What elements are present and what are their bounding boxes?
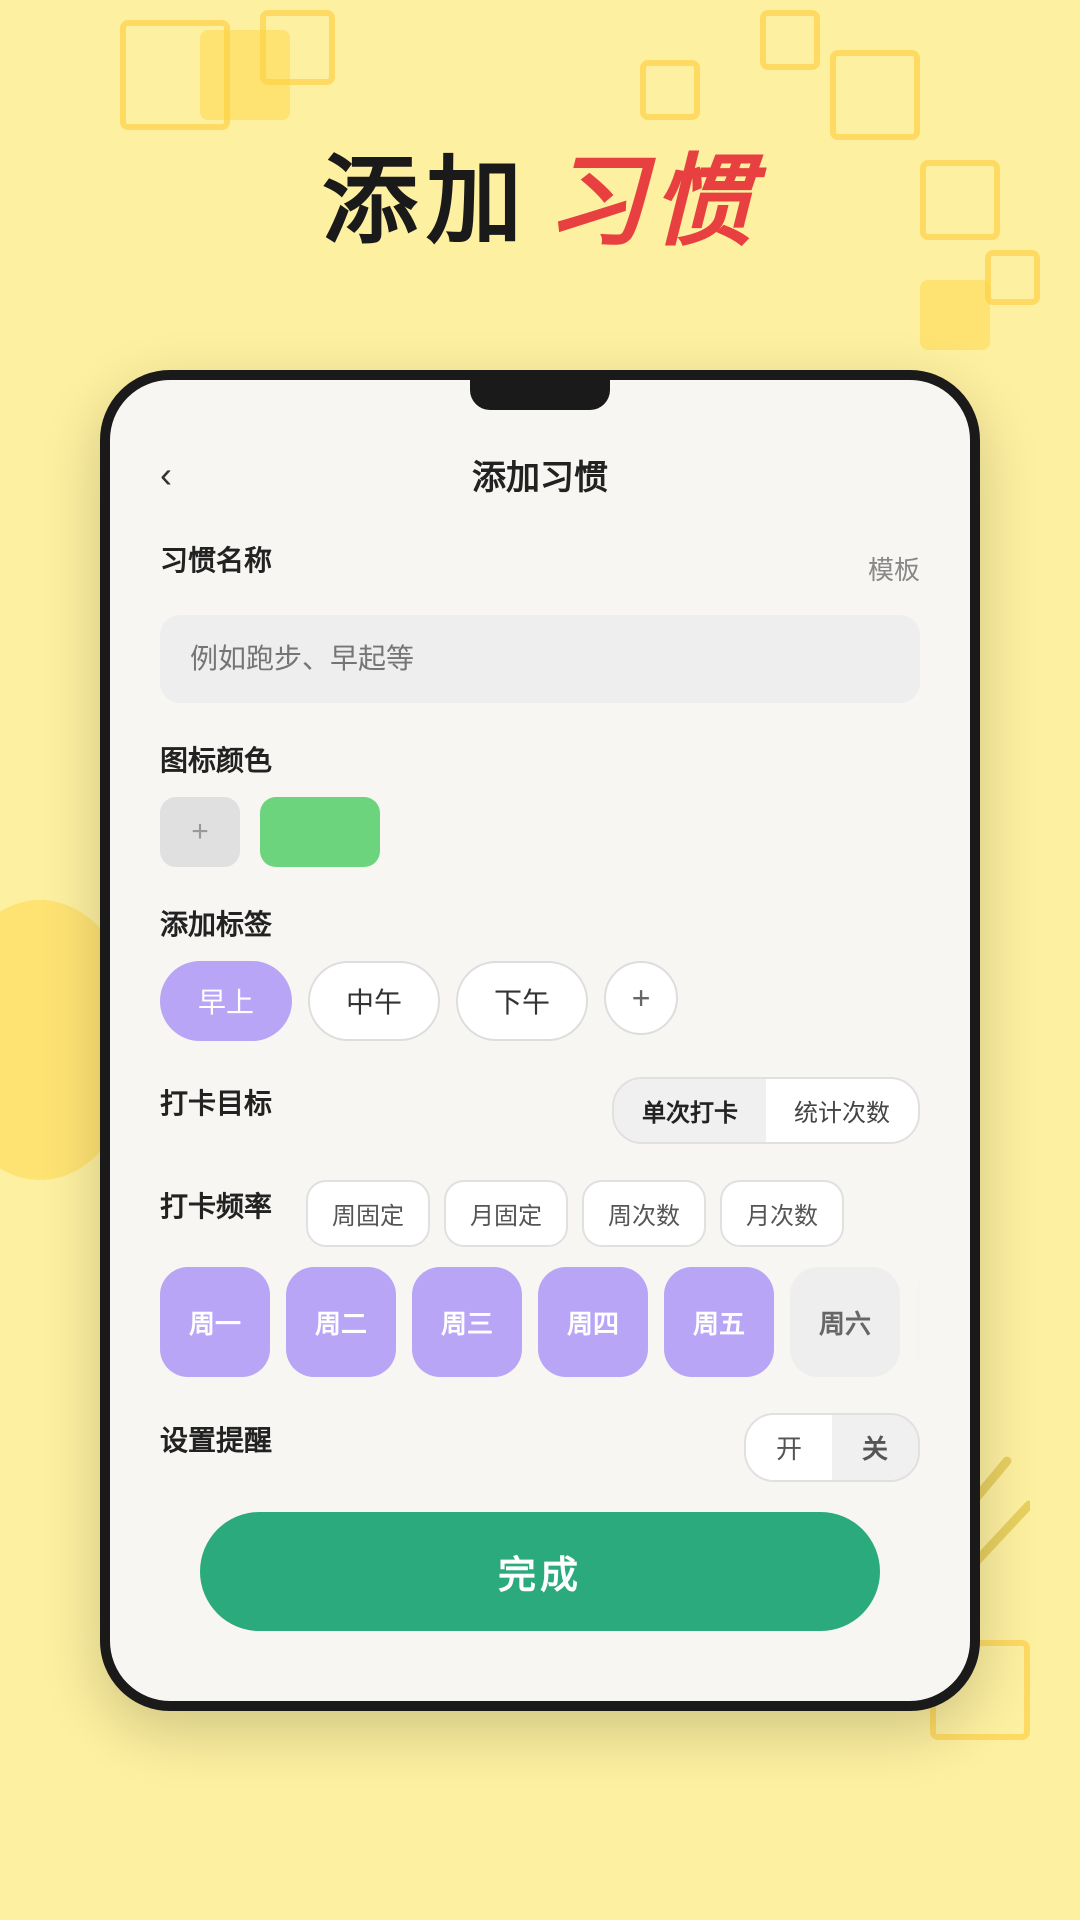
nav-title: 添加习惯 xyxy=(472,450,608,499)
color-swatch-green[interactable] xyxy=(260,797,380,867)
complete-button[interactable]: 完成 xyxy=(200,1512,880,1631)
deco-filled1 xyxy=(200,30,290,120)
habit-name-input[interactable] xyxy=(160,615,920,703)
week-count-btn[interactable]: 周次数 xyxy=(582,1180,706,1247)
icon-color-label: 图标颜色 xyxy=(160,739,920,779)
icon-color-section: 图标颜色 + xyxy=(160,739,920,867)
month-count-btn[interactable]: 月次数 xyxy=(720,1180,844,1247)
week-fixed-btn[interactable]: 周固定 xyxy=(306,1180,430,1247)
reminder-on-btn[interactable]: 开 xyxy=(746,1415,832,1480)
header-black-text: 添加 xyxy=(322,123,530,262)
checkin-goal-toggle: 单次打卡 统计次数 xyxy=(612,1077,920,1144)
deco-sq2 xyxy=(260,10,335,85)
phone-mockup: ‹ 添加习惯 习惯名称 模板 图标颜色 + 添加标签 早上 中午 下午 xyxy=(100,370,980,1711)
habit-name-row: 习惯名称 模板 xyxy=(160,539,920,597)
checkin-goal-section: 打卡目标 单次打卡 统计次数 xyxy=(160,1077,920,1144)
weekday-sat[interactable]: 周六 xyxy=(790,1267,900,1377)
weekday-thu[interactable]: 周四 xyxy=(538,1267,648,1377)
weekday-fri[interactable]: 周五 xyxy=(664,1267,774,1377)
month-fixed-btn[interactable]: 月固定 xyxy=(444,1180,568,1247)
deco-sq4 xyxy=(760,10,820,70)
deco-sq9 xyxy=(640,60,700,120)
checkin-goal-label: 打卡目标 xyxy=(160,1082,272,1122)
weekday-mon[interactable]: 周一 xyxy=(160,1267,270,1377)
color-row: + xyxy=(160,797,920,867)
tag-label: 添加标签 xyxy=(160,903,920,943)
weekday-tue[interactable]: 周二 xyxy=(286,1267,396,1377)
add-tag-button[interactable]: + xyxy=(604,961,678,1035)
deco-sq1 xyxy=(120,20,230,130)
plus-icon: + xyxy=(191,815,209,849)
tag-row: 早上 中午 下午 + xyxy=(160,961,920,1041)
tag-section: 添加标签 早上 中午 下午 + xyxy=(160,903,920,1041)
frequency-label: 打卡频率 xyxy=(160,1185,272,1225)
reminder-section: 设置提醒 开 关 xyxy=(160,1413,920,1482)
weekday-sun[interactable]: 周日 xyxy=(916,1267,920,1377)
deco-filled2 xyxy=(920,280,990,350)
phone-notch xyxy=(470,380,610,410)
habit-name-label: 习惯名称 xyxy=(160,539,272,579)
reminder-off-btn[interactable]: 关 xyxy=(832,1415,918,1480)
phone-content: ‹ 添加习惯 习惯名称 模板 图标颜色 + 添加标签 早上 中午 下午 xyxy=(110,410,970,1661)
weekday-row: 周一 周二 周三 周四 周五 周六 周日 xyxy=(160,1267,920,1377)
frequency-section: 打卡频率 周固定 月固定 周次数 月次数 周一 周二 周三 周四 周五 周六 周… xyxy=(160,1180,920,1377)
weekday-wed[interactable]: 周三 xyxy=(412,1267,522,1377)
add-color-button[interactable]: + xyxy=(160,797,240,867)
single-checkin-btn[interactable]: 单次打卡 xyxy=(614,1079,766,1142)
freq-options-row: 打卡频率 周固定 月固定 周次数 月次数 xyxy=(160,1180,920,1247)
reminder-label: 设置提醒 xyxy=(160,1419,272,1459)
count-checkin-btn[interactable]: 统计次数 xyxy=(766,1079,918,1142)
tag-afternoon[interactable]: 下午 xyxy=(456,961,588,1041)
header-red-text: 习惯 xyxy=(546,120,758,265)
reminder-row: 设置提醒 开 关 xyxy=(160,1413,920,1482)
tag-morning[interactable]: 早上 xyxy=(160,961,292,1041)
template-link[interactable]: 模板 xyxy=(868,550,920,587)
back-button[interactable]: ‹ xyxy=(160,454,172,496)
reminder-toggle: 开 关 xyxy=(744,1413,920,1482)
page-header: 添加 习惯 xyxy=(0,120,1080,265)
tag-noon[interactable]: 中午 xyxy=(308,961,440,1041)
goal-row: 打卡目标 单次打卡 统计次数 xyxy=(160,1077,920,1144)
nav-bar: ‹ 添加习惯 xyxy=(160,450,920,499)
